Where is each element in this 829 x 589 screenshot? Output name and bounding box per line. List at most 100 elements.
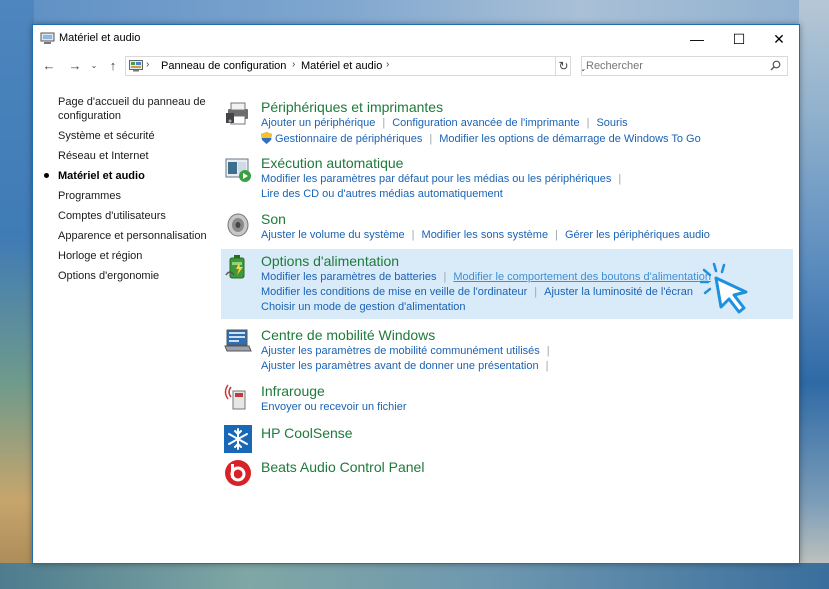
sidebar-item-clock-region[interactable]: Horloge et région bbox=[58, 249, 208, 263]
back-arrow-icon[interactable]: ← bbox=[41, 57, 57, 75]
link-change-sleep-conditions[interactable]: Modifier les conditions de mise en veill… bbox=[261, 286, 527, 298]
link-change-power-buttons[interactable]: Modifier le comportement des boutons d'a… bbox=[453, 271, 711, 283]
link-separator: | bbox=[429, 133, 433, 145]
sidebar: Page d'accueil du panneau de configurati… bbox=[44, 95, 208, 289]
devices-links-row-2: Gestionnaire de périphériques | Modifier l… bbox=[261, 132, 701, 145]
section-hp-coolsense: HP CoolSense bbox=[221, 421, 793, 453]
close-button[interactable]: ✕ bbox=[759, 25, 799, 53]
sidebar-item-system-security[interactable]: Système et sécurité bbox=[58, 129, 208, 143]
link-separator: | bbox=[586, 117, 590, 129]
breadcrumb-control-panel[interactable]: Panneau de configuration bbox=[161, 60, 286, 72]
desktop-background-top bbox=[0, 0, 829, 24]
address-bar[interactable]: › Panneau de configuration › Matériel et… bbox=[125, 56, 586, 76]
section-title-coolsense[interactable]: HP CoolSense bbox=[261, 425, 353, 441]
sidebar-item-label: Matériel et audio bbox=[58, 170, 145, 182]
breadcrumb-separator: › bbox=[146, 59, 150, 70]
link-separator: | bbox=[382, 117, 386, 129]
sidebar-item-ease-of-access[interactable]: Options d'ergonomie bbox=[58, 269, 208, 283]
link-presentation-settings[interactable]: Ajuster les paramètres avant de donner u… bbox=[261, 360, 539, 372]
link-adjust-volume[interactable]: Ajuster le volume du système bbox=[261, 229, 405, 241]
desktop-background-right bbox=[799, 0, 829, 589]
section-title-infrared[interactable]: Infrarouge bbox=[261, 383, 325, 399]
link-separator: | bbox=[545, 360, 549, 372]
link-separator: | bbox=[443, 271, 447, 283]
power-links-row-2: Modifier les conditions de mise en veill… bbox=[261, 286, 693, 298]
uac-shield-icon bbox=[261, 132, 272, 144]
sidebar-item-network-internet[interactable]: Réseau et Internet bbox=[58, 149, 208, 163]
link-advanced-printer-setup[interactable]: Configuration avancée de l'imprimante bbox=[392, 117, 579, 129]
link-play-cds-automatically[interactable]: Lire des CD ou d'autres médias automatiq… bbox=[261, 188, 503, 200]
search-icon[interactable] bbox=[770, 60, 781, 71]
speaker-icon bbox=[227, 213, 249, 237]
recent-locations-chevron-icon[interactable]: ⌄ bbox=[89, 57, 99, 75]
current-item-bullet-icon bbox=[44, 173, 49, 178]
link-separator: | bbox=[618, 173, 622, 185]
forward-arrow-icon[interactable]: → bbox=[67, 57, 83, 75]
sidebar-item-appearance[interactable]: Apparence et personnalisation bbox=[58, 229, 208, 243]
link-add-device[interactable]: Ajouter un périphérique bbox=[261, 117, 375, 129]
desktop-background-bottom bbox=[0, 563, 829, 589]
section-title-beats[interactable]: Beats Audio Control Panel bbox=[261, 459, 424, 475]
autoplay-links-row-2: Lire des CD ou d'autres médias automatiq… bbox=[261, 188, 503, 200]
mobility-icon bbox=[224, 329, 252, 352]
navigation-bar: ← → ⌄ ↑ › Panneau de configuration › Mat… bbox=[33, 54, 799, 80]
link-windows-to-go[interactable]: Modifier les options de démarrage de Win… bbox=[439, 133, 701, 145]
section-title-autoplay[interactable]: Exécution automatique bbox=[261, 155, 403, 171]
section-title-devices[interactable]: Périphériques et imprimantes bbox=[261, 99, 443, 115]
power-links-row-1: Modifier les paramètres de batteries | Mod… bbox=[261, 271, 711, 283]
link-change-battery-settings[interactable]: Modifier les paramètres de batteries bbox=[261, 271, 436, 283]
control-panel-window: Matériel et audio — ☐ ✕ ← → ⌄ ↑ › Pannea… bbox=[32, 24, 800, 564]
link-adjust-mobility-settings[interactable]: Ajuster les paramètres de mobilité commu… bbox=[261, 345, 540, 357]
sidebar-item-user-accounts[interactable]: Comptes d'utilisateurs bbox=[58, 209, 208, 223]
mobility-links-row-2: Ajuster les paramètres avant de donner u… bbox=[261, 360, 555, 372]
section-title-mobility[interactable]: Centre de mobilité Windows bbox=[261, 327, 435, 343]
link-separator: | bbox=[411, 229, 415, 241]
hardware-sound-icon bbox=[40, 32, 55, 44]
beats-icon bbox=[225, 460, 251, 486]
link-choose-power-plan[interactable]: Choisir un mode de gestion d'alimentatio… bbox=[261, 301, 466, 313]
devices-links-row-1: Ajouter un périphérique | Configuration av… bbox=[261, 117, 628, 129]
sidebar-item-home[interactable]: Page d'accueil du panneau de configurati… bbox=[58, 95, 206, 123]
section-beats-audio: Beats Audio Control Panel bbox=[221, 455, 793, 487]
infrared-icon bbox=[224, 384, 246, 410]
section-mobility-center: Centre de mobilité Windows Ajuster les p… bbox=[221, 323, 793, 375]
section-autoplay: Exécution automatique Modifier les param… bbox=[221, 151, 793, 203]
refresh-icon[interactable]: ↻ bbox=[555, 56, 571, 76]
snowflake-icon bbox=[224, 425, 252, 453]
link-change-media-defaults[interactable]: Modifier les paramètres par défaut pour … bbox=[261, 173, 611, 185]
title-bar[interactable]: Matériel et audio — ☐ ✕ bbox=[33, 25, 799, 53]
sidebar-item-programs[interactable]: Programmes bbox=[58, 189, 208, 203]
desktop-background-left bbox=[0, 0, 34, 589]
maximize-button[interactable]: ☐ bbox=[719, 25, 759, 53]
section-sound: Son Ajuster le volume du système | Modifie… bbox=[221, 207, 793, 245]
search-input[interactable] bbox=[586, 59, 761, 73]
infrared-links-row-1: Envoyer ou recevoir un fichier bbox=[261, 401, 407, 413]
search-box[interactable] bbox=[581, 56, 788, 76]
section-devices-printers: Périphériques et imprimantes Ajouter un … bbox=[221, 95, 793, 147]
section-title-sound[interactable]: Son bbox=[261, 211, 286, 227]
link-device-manager[interactable]: Gestionnaire de périphériques bbox=[275, 133, 422, 145]
autoplay-links-row-1: Modifier les paramètres par défaut pour … bbox=[261, 173, 628, 185]
section-title-power[interactable]: Options d'alimentation bbox=[261, 253, 399, 269]
breadcrumb-separator: › bbox=[292, 59, 296, 70]
autoplay-icon bbox=[225, 158, 251, 182]
control-panel-icon bbox=[129, 60, 143, 72]
battery-icon bbox=[225, 255, 245, 279]
link-change-system-sounds[interactable]: Modifier les sons système bbox=[422, 229, 549, 241]
link-manage-audio-devices[interactable]: Gérer les périphériques audio bbox=[565, 229, 710, 241]
breadcrumb-hardware-sound[interactable]: Matériel et audio bbox=[301, 60, 382, 72]
link-separator: | bbox=[555, 229, 558, 241]
printer-icon bbox=[226, 102, 248, 125]
link-separator: | bbox=[534, 286, 538, 298]
sidebar-item-hardware-sound[interactable]: Matériel et audio bbox=[44, 169, 208, 183]
link-mouse[interactable]: Souris bbox=[596, 117, 627, 129]
power-links-row-3: Choisir un mode de gestion d'alimentatio… bbox=[261, 301, 466, 313]
link-separator: | bbox=[546, 345, 550, 357]
link-send-receive-file[interactable]: Envoyer ou recevoir un fichier bbox=[261, 401, 407, 413]
sound-links-row-1: Ajuster le volume du système | Modifier le… bbox=[261, 229, 710, 241]
section-infrared: Infrarouge Envoyer ou recevoir un fichie… bbox=[221, 379, 793, 417]
link-adjust-brightness[interactable]: Ajuster la luminosité de l'écran bbox=[544, 286, 693, 298]
window-title: Matériel et audio bbox=[59, 32, 141, 44]
minimize-button[interactable]: — bbox=[677, 25, 717, 53]
up-arrow-icon[interactable]: ↑ bbox=[105, 57, 121, 75]
